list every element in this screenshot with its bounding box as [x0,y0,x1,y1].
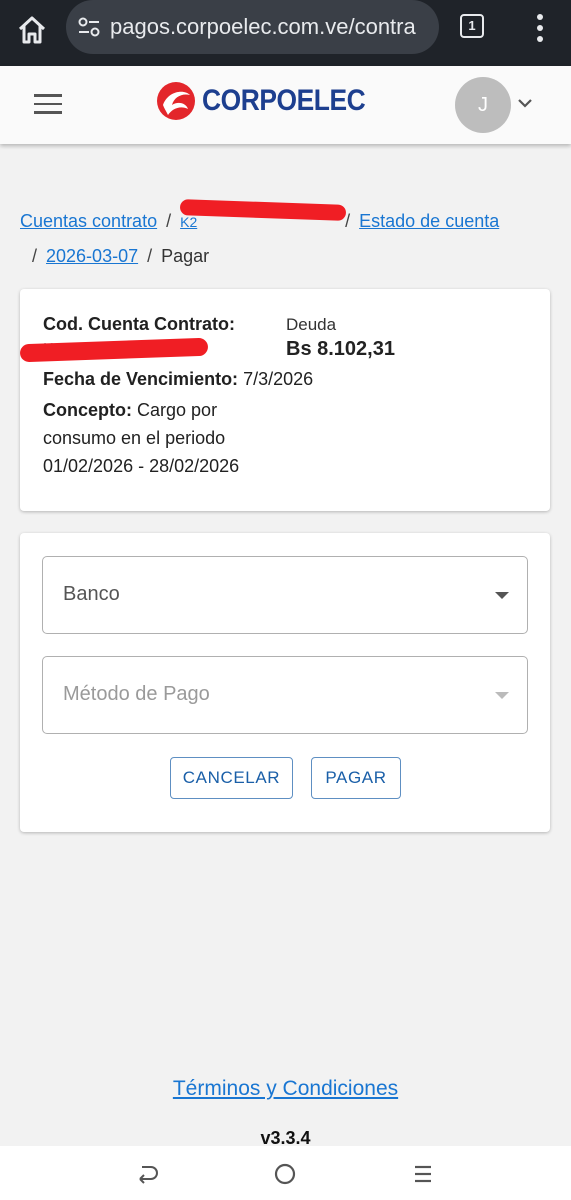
avatar[interactable]: J [455,77,511,133]
breadcrumb-separator: / [345,211,351,231]
concept-row: Concepto: Cargo por consumo en el period… [43,396,293,480]
site-settings-icon[interactable] [78,17,100,37]
terms-footer: Términos y Condiciones [0,1077,571,1101]
breadcrumb-separator: / [147,246,153,266]
brand-name: CORPOELEC [202,84,366,117]
payment-method-label: Método de Pago [63,683,210,705]
breadcrumb-date[interactable]: 2026-03-07 [46,246,138,266]
address-bar[interactable]: pagos.corpoelec.com.ve/contra [66,0,439,54]
back-icon[interactable] [133,1160,161,1188]
app-version: v3.3.4 [260,1128,311,1146]
due-date-label: Fecha de Vencimiento: [43,369,239,389]
redaction-mark [179,199,347,221]
debt-amount: Bs 8.102,31 [286,338,395,360]
browser-toolbar: pagos.corpoelec.com.ve/contra 1 [0,0,571,66]
breadcrumb: Cuentas contrato / K2/Estado de cuenta /20… [20,199,560,273]
app-header: CORPOELEC J [0,66,571,144]
account-label: Cod. Cuenta Contrato: [43,314,235,334]
account-info-card: Cod. Cuenta Contrato: K2 Deuda Bs 8.102,… [19,289,550,511]
pay-button[interactable]: PAGAR [311,757,401,799]
url-text[interactable]: pagos.corpoelec.com.ve/contra [110,14,430,40]
due-date-value: 7/3/2026 [243,369,314,389]
tabs-icon[interactable]: 1 [460,14,484,38]
system-navigation-bar [0,1146,571,1200]
menu-icon[interactable] [34,94,62,116]
payment-form-card: Banco Método de Pago CANCELAR PAGAR [20,533,550,832]
corpoelec-logo-icon [154,81,198,121]
breadcrumb-account-redacted[interactable]: K2 [179,199,347,239]
chevron-down-icon[interactable] [516,96,534,110]
due-date-row: Fecha de Vencimiento: 7/3/2026 [43,369,313,390]
more-vert-icon[interactable] [530,12,550,44]
breadcrumb-separator: / [32,246,38,266]
debt-label: Deuda [286,315,337,334]
breadcrumb-account-statement[interactable]: Estado de cuenta [359,211,499,231]
bank-select-label: Banco [63,583,120,605]
cancel-button[interactable]: CANCELAR [170,757,293,799]
breadcrumb-separator: / [166,211,172,231]
concept-label: Concepto: [43,400,132,420]
breadcrumb-current: Pagar [161,246,210,266]
dropdown-arrow-icon [495,592,509,599]
bank-select[interactable]: Banco [42,556,528,634]
recent-apps-icon[interactable] [409,1160,437,1188]
dropdown-arrow-icon [495,692,509,699]
terms-link[interactable]: Términos y Condiciones [173,1077,398,1100]
payment-method-select[interactable]: Método de Pago [42,656,528,734]
home-circle-icon[interactable] [271,1160,299,1188]
breadcrumb-contract-accounts[interactable]: Cuentas contrato [20,211,157,231]
home-icon[interactable] [14,12,50,48]
